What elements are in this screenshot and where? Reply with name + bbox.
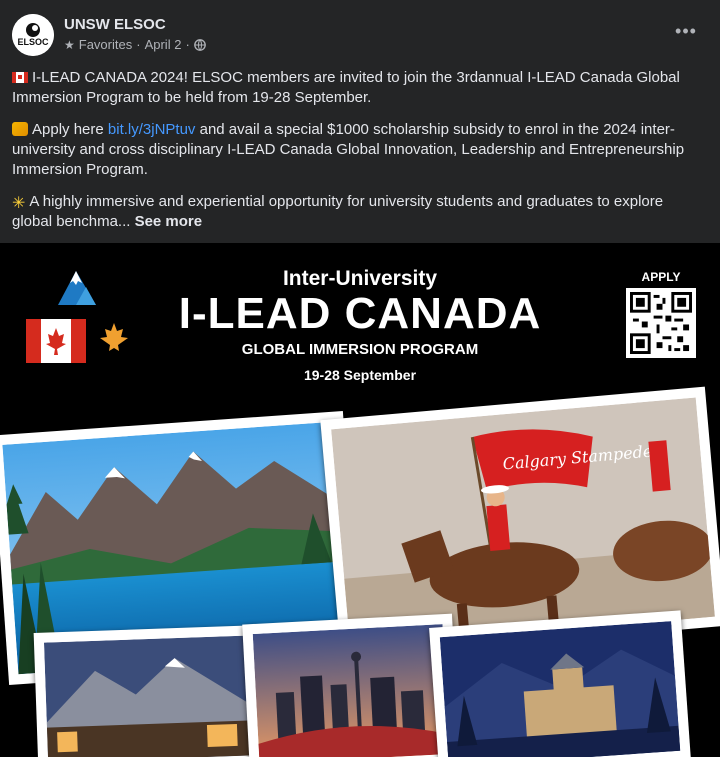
- see-more-link[interactable]: See more: [135, 213, 203, 230]
- sparkle-emoji-icon: ✳: [12, 195, 26, 212]
- calgary-skyline-image: [252, 624, 450, 757]
- more-options-button[interactable]: •••: [672, 20, 700, 48]
- banner-dates: 19-28 September: [303, 367, 417, 383]
- banner-title: I-LEAD CANADA: [178, 289, 542, 338]
- page-avatar[interactable]: ELSOC: [12, 14, 54, 56]
- pencil-emoji-icon: [12, 122, 28, 136]
- photo-calgary-skyline: [242, 613, 460, 757]
- mountain-logo-icon: [58, 271, 96, 305]
- paragraph-1: I-LEAD CANADA 2024! ELSOC members are in…: [12, 68, 702, 108]
- banner-subtitle: GLOBAL IMMERSION PROGRAM: [241, 341, 479, 358]
- star-icon: ★: [64, 37, 75, 52]
- globe-icon[interactable]: [193, 38, 206, 51]
- post-meta: ★ Favorites · April 2 ·: [64, 37, 206, 52]
- qr-code-icon: [630, 292, 692, 354]
- meta-separator-2: ·: [185, 37, 190, 52]
- post-image[interactable]: Inter-University I-LEAD CANADA GLOBAL IM…: [0, 243, 720, 757]
- post-date-link[interactable]: April 2: [145, 37, 182, 52]
- facebook-post: ELSOC UNSW ELSOC ★ Favorites · April 2 ·…: [0, 0, 720, 757]
- paragraph-1-text: I-LEAD CANADA 2024! ELSOC members are in…: [12, 69, 680, 106]
- canada-flag-icon: [26, 319, 86, 363]
- post-header: ELSOC UNSW ELSOC ★ Favorites · April 2 ·…: [12, 14, 708, 58]
- canada-flag-icon: [12, 72, 28, 83]
- banner-title-small: Inter-University: [282, 267, 438, 290]
- apply-link[interactable]: bit.ly/3jNPtuv: [108, 121, 196, 138]
- apply-label: APPLY: [641, 270, 681, 284]
- stampede-image: Calgary Stampede: [331, 397, 715, 649]
- paragraph-3: ✳ A highly immersive and experiential opp…: [12, 192, 702, 232]
- banff-hotel-image: [439, 621, 681, 757]
- avatar-text: ELSOC: [17, 37, 49, 47]
- maple-leaf-icon: [100, 323, 128, 351]
- favorites-label: Favorites: [78, 37, 133, 52]
- paragraph-2: Apply here bit.ly/3jNPtuv and avail a sp…: [12, 120, 702, 180]
- banff-town-image: [43, 635, 255, 757]
- elsoc-logo: [12, 14, 54, 56]
- post-text: I-LEAD CANADA 2024! ELSOC members are in…: [12, 68, 702, 244]
- paragraph-2-lead: Apply here: [32, 121, 108, 138]
- photo-banff-town: [33, 625, 265, 757]
- paragraph-3-text: A highly immersive and experiential oppo…: [12, 193, 664, 230]
- qr-code: [626, 288, 696, 358]
- page-name-link[interactable]: UNSW ELSOC: [64, 16, 166, 33]
- meta-separator: ·: [136, 37, 141, 52]
- photo-banff-springs-hotel: [429, 610, 691, 757]
